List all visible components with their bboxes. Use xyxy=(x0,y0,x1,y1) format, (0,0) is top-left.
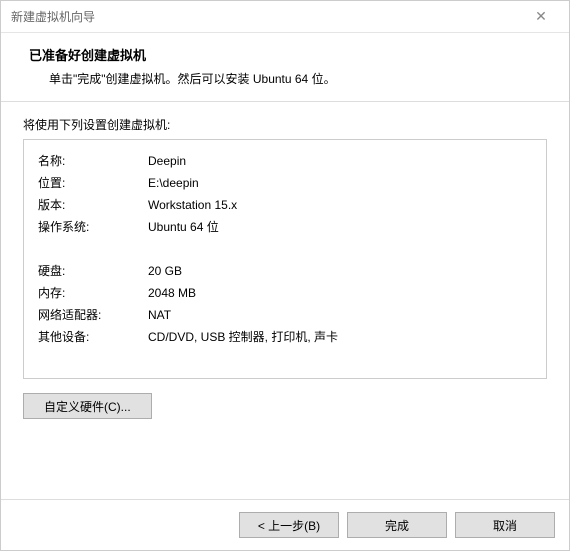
row-os: 操作系统: Ubuntu 64 位 xyxy=(38,216,532,238)
value-name: Deepin xyxy=(148,150,532,172)
page-heading: 已准备好创建虚拟机 xyxy=(29,45,541,64)
cancel-button[interactable]: 取消 xyxy=(455,512,555,538)
titlebar: 新建虚拟机向导 ✕ xyxy=(1,1,569,33)
row-name: 名称: Deepin xyxy=(38,150,532,172)
label-name: 名称: xyxy=(38,150,148,172)
settings-panel: 名称: Deepin 位置: E:\deepin 版本: Workstation… xyxy=(23,139,547,379)
value-location: E:\deepin xyxy=(148,172,532,194)
footer: < 上一步(B) 完成 取消 xyxy=(1,499,569,550)
wizard-window: 新建虚拟机向导 ✕ 已准备好创建虚拟机 单击"完成"创建虚拟机。然后可以安装 U… xyxy=(0,0,570,551)
label-memory: 内存: xyxy=(38,282,148,304)
value-other: CD/DVD, USB 控制器, 打印机, 声卡 xyxy=(148,326,532,348)
header: 已准备好创建虚拟机 单击"完成"创建虚拟机。然后可以安装 Ubuntu 64 位… xyxy=(1,33,569,102)
value-memory: 2048 MB xyxy=(148,282,532,304)
window-title: 新建虚拟机向导 xyxy=(11,8,521,25)
value-network: NAT xyxy=(148,304,532,326)
row-memory: 内存: 2048 MB xyxy=(38,282,532,304)
row-version: 版本: Workstation 15.x xyxy=(38,194,532,216)
label-network: 网络适配器: xyxy=(38,304,148,326)
value-disk: 20 GB xyxy=(148,260,532,282)
value-os: Ubuntu 64 位 xyxy=(148,216,532,238)
content-area: 将使用下列设置创建虚拟机: 名称: Deepin 位置: E:\deepin 版… xyxy=(1,102,569,499)
back-button[interactable]: < 上一步(B) xyxy=(239,512,339,538)
label-location: 位置: xyxy=(38,172,148,194)
row-other: 其他设备: CD/DVD, USB 控制器, 打印机, 声卡 xyxy=(38,326,532,348)
row-disk: 硬盘: 20 GB xyxy=(38,260,532,282)
row-location: 位置: E:\deepin xyxy=(38,172,532,194)
intro-text: 将使用下列设置创建虚拟机: xyxy=(23,116,547,133)
label-version: 版本: xyxy=(38,194,148,216)
label-os: 操作系统: xyxy=(38,216,148,238)
close-icon[interactable]: ✕ xyxy=(521,8,561,25)
customize-hardware-button[interactable]: 自定义硬件(C)... xyxy=(23,393,152,419)
finish-button[interactable]: 完成 xyxy=(347,512,447,538)
page-subheading: 单击"完成"创建虚拟机。然后可以安装 Ubuntu 64 位。 xyxy=(29,70,541,87)
value-version: Workstation 15.x xyxy=(148,194,532,216)
row-network: 网络适配器: NAT xyxy=(38,304,532,326)
label-disk: 硬盘: xyxy=(38,260,148,282)
label-other: 其他设备: xyxy=(38,326,148,348)
